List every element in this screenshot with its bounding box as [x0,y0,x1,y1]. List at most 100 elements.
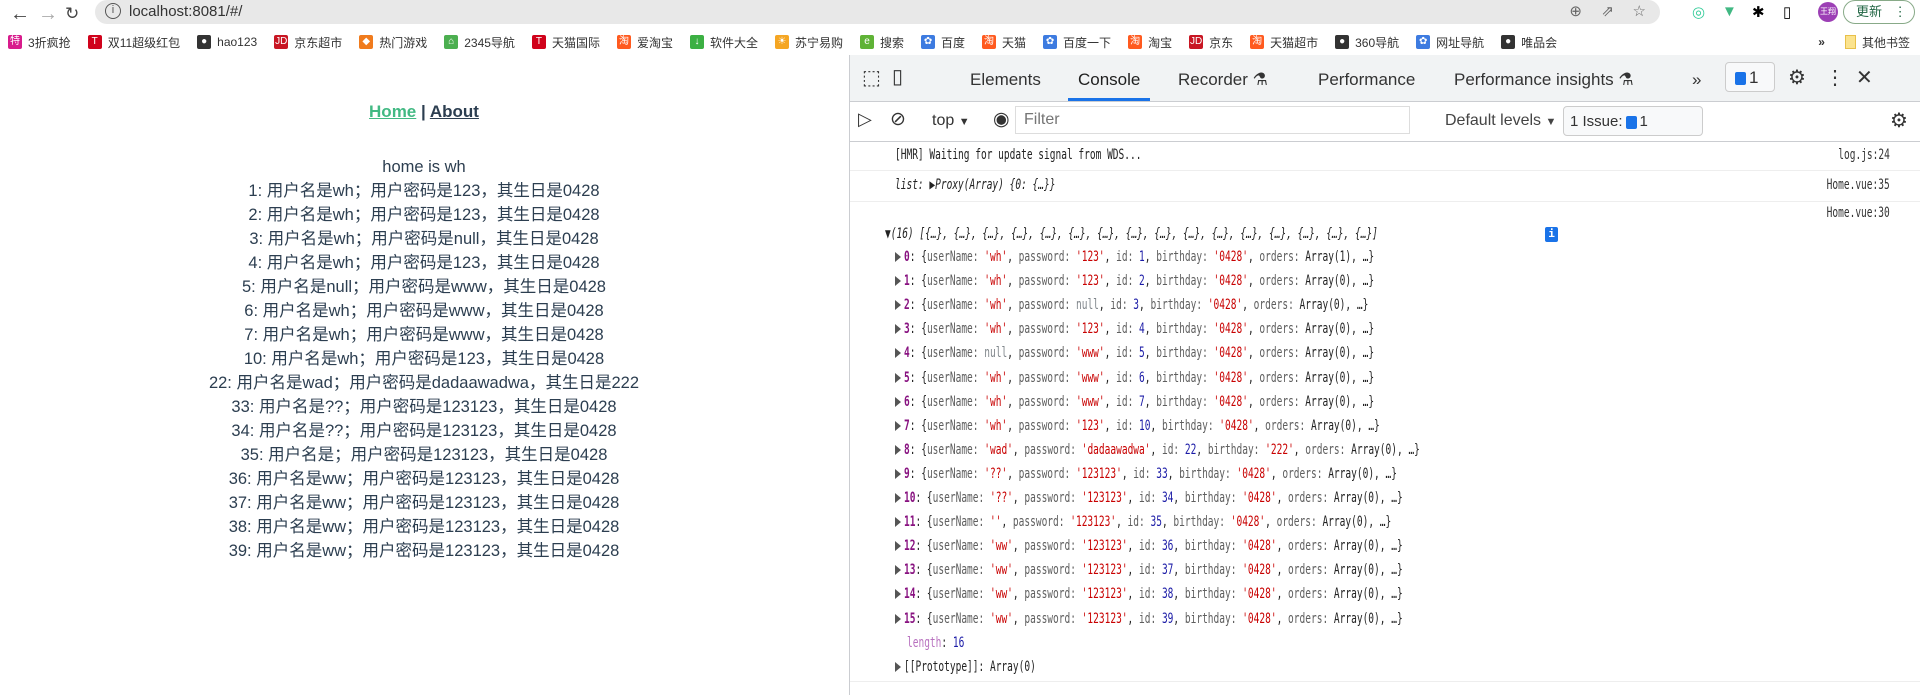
about-link[interactable]: About [430,102,479,121]
reload-icon[interactable]: ↻ [65,4,79,24]
expand-triangle-icon[interactable] [895,396,901,407]
array-item-row[interactable]: 12: {userName: 'ww', password: '123123',… [895,534,1637,558]
forward-icon[interactable]: → [38,3,58,26]
expand-triangle-icon[interactable] [895,348,901,359]
bookmark-item[interactable]: ↓ 软件大全 [689,34,758,51]
array-item-row[interactable]: 6: {userName: 'wh', password: 'www', id:… [895,390,1595,414]
sidepanel-icon[interactable]: ▯ [1783,3,1791,21]
array-item-row[interactable]: 9: {userName: '??', password: '123123', … [895,462,1629,486]
bookmark-item[interactable]: ✿ 百度 [921,34,965,51]
array-item-row[interactable]: 3: {userName: 'wh', password: '123', id:… [895,317,1595,341]
expand-triangle-icon[interactable] [895,589,901,600]
bookmark-item[interactable]: 淘天猫超市 [1250,34,1318,51]
array-item-row[interactable]: 1: {userName: 'wh', password: '123', id:… [895,269,1595,293]
context-select[interactable]: top ▼ [932,112,970,130]
tab-elements[interactable]: Elements [970,70,1041,90]
expand-triangle-icon[interactable] [895,324,901,335]
tab-performance-insights[interactable]: Performance insights ⚗ [1454,70,1634,90]
array-item-row[interactable]: 7: {userName: 'wh', password: '123', id:… [895,414,1604,438]
bookmark-item[interactable]: ● hao123 [197,35,257,49]
bookmark-item[interactable]: e 搜索 [860,34,904,51]
expand-triangle-icon[interactable] [895,517,901,528]
expand-triangle-icon[interactable] [895,276,901,287]
array-item-row[interactable]: 11: {userName: '', password: '123123', i… [895,510,1621,534]
device-toolbar-icon[interactable]: ▯ [892,64,903,89]
more-bookmarks-icon[interactable]: » [1818,35,1825,49]
info-icon[interactable]: i [105,3,121,19]
bookmark-item[interactable]: ⌂ 2345导航 [444,34,515,51]
expand-triangle-icon[interactable] [895,613,901,624]
extension-icon[interactable]: ◎ [1692,3,1705,21]
console-settings-icon[interactable]: ⚙ [1890,108,1908,133]
expand-triangle-icon[interactable] [895,661,901,672]
url-text[interactable]: localhost:8081/#/ [129,3,242,20]
expand-triangle-icon[interactable] [895,468,901,479]
expand-triangle-icon[interactable] [895,252,901,262]
expand-triangle-icon[interactable] [895,565,901,576]
bookmark-item[interactable]: ● 唯品会 [1501,34,1557,51]
bookmark-item[interactable]: ☀ 苏宁易购 [774,34,843,51]
array-item-row[interactable]: 10: {userName: '??', password: '123123',… [895,486,1637,510]
expand-triangle-icon[interactable] [895,444,901,455]
expand-triangle-icon[interactable] [895,372,901,383]
more-tabs-icon[interactable]: » [1692,70,1701,90]
star-icon[interactable]: ☆ [1633,2,1646,20]
avatar[interactable]: 王翔 [1818,2,1838,22]
bookmark-item[interactable]: T 天猫国际 [531,34,600,51]
bookmark-item[interactable]: JD 京东超市 [274,34,342,51]
levels-select[interactable]: Default levels ▼ [1445,112,1556,130]
clear-console-icon[interactable]: ⊘ [890,108,906,131]
inspect-icon[interactable]: ⬚ [862,65,881,90]
other-bookmarks[interactable]: 其他书签 [1862,34,1910,51]
array-item-row[interactable]: 4: {userName: null, password: 'www', id:… [895,341,1595,365]
issues-button[interactable]: 1 Issue: 1 [1563,106,1703,136]
more-options-icon[interactable]: ⋮ [1825,65,1845,90]
address-bar[interactable]: i localhost:8081/#/ ⊕ ⇗ ☆ [95,0,1660,24]
home-link[interactable]: Home [369,102,416,121]
array-item-row[interactable]: 2: {userName: 'wh', password: null, id: … [895,293,1587,317]
bookmark-item[interactable]: ◆ 热门游戏 [359,34,427,51]
expand-triangle-icon[interactable] [895,541,901,552]
array-item-row[interactable]: 14: {userName: 'ww', password: '123123',… [895,582,1637,606]
bookmark-item[interactable]: T 双11超级红包 [87,34,180,51]
sidebar-toggle-icon[interactable]: ▷ [858,109,872,130]
expand-triangle-icon[interactable] [895,420,901,431]
settings-icon[interactable]: ⚙ [1788,65,1806,90]
array-item-row[interactable]: 13: {userName: 'ww', password: '123123',… [895,558,1637,582]
bookmark-item[interactable]: 淘天猫 [982,34,1026,51]
expand-triangle-icon[interactable] [895,300,901,311]
share-icon[interactable]: ⇗ [1601,2,1614,20]
array-summary[interactable]: ▼(16) [{…}, {…}, {…}, {…}, {…}, {…}, {…}… [885,226,1378,242]
message-text[interactable]: list: ▶Proxy(Array) {0: {…}} [895,177,1055,193]
bookmark-item[interactable]: JD 京东 [1189,34,1233,51]
bookmark-item[interactable]: 特 3折疯抢 [8,34,71,51]
issues-badge-button[interactable]: 1 [1725,62,1775,92]
eye-icon[interactable]: ◉ [993,108,1010,131]
tab-performance[interactable]: Performance [1318,70,1415,90]
array-item-row[interactable]: 5: {userName: 'wh', password: 'www', id:… [895,366,1595,390]
source-link[interactable]: log.js:24 [1814,147,1890,163]
bookmark-item[interactable]: ✿ 百度一下 [1043,34,1111,51]
info-badge-icon[interactable]: i [1545,227,1558,242]
vue-devtools-icon[interactable]: ▼ [1722,3,1737,20]
console-message[interactable]: list: ▶Proxy(Array) {0: {…}} Home.vue:35 [850,171,1920,202]
back-icon[interactable]: ← [10,3,30,26]
close-icon[interactable]: ✕ [1856,65,1873,90]
prototype-row[interactable]: [[Prototype]]: Array(0) [895,655,1098,679]
tab-recorder[interactable]: Recorder ⚗ [1178,70,1268,90]
zoom-icon[interactable]: ⊕ [1569,2,1582,20]
bookmark-item[interactable]: 淘淘宝 [1128,34,1172,51]
bookmark-item[interactable]: ✿ 网址导航 [1416,34,1484,51]
array-item-row[interactable]: 8: {userName: 'wad', password: 'dadaawad… [895,438,1663,462]
puzzle-icon[interactable]: ✱ [1752,3,1765,21]
source-link[interactable]: Home.vue:35 [1797,177,1890,193]
array-item-row[interactable]: 15: {userName: 'ww', password: '123123',… [895,607,1637,631]
source-link[interactable]: Home.vue:30 [1797,205,1890,221]
filter-input[interactable] [1015,106,1410,134]
update-button[interactable]: 更新 ⋮ [1843,0,1915,24]
bookmark-item[interactable]: ● 360导航 [1335,34,1399,51]
expand-triangle-icon[interactable] [895,493,901,503]
tab-console[interactable]: Console [1067,70,1151,101]
bookmark-item[interactable]: 淘爱淘宝 [616,34,673,51]
array-item-row[interactable]: 0: {userName: 'wh', password: '123', id:… [895,245,1595,269]
